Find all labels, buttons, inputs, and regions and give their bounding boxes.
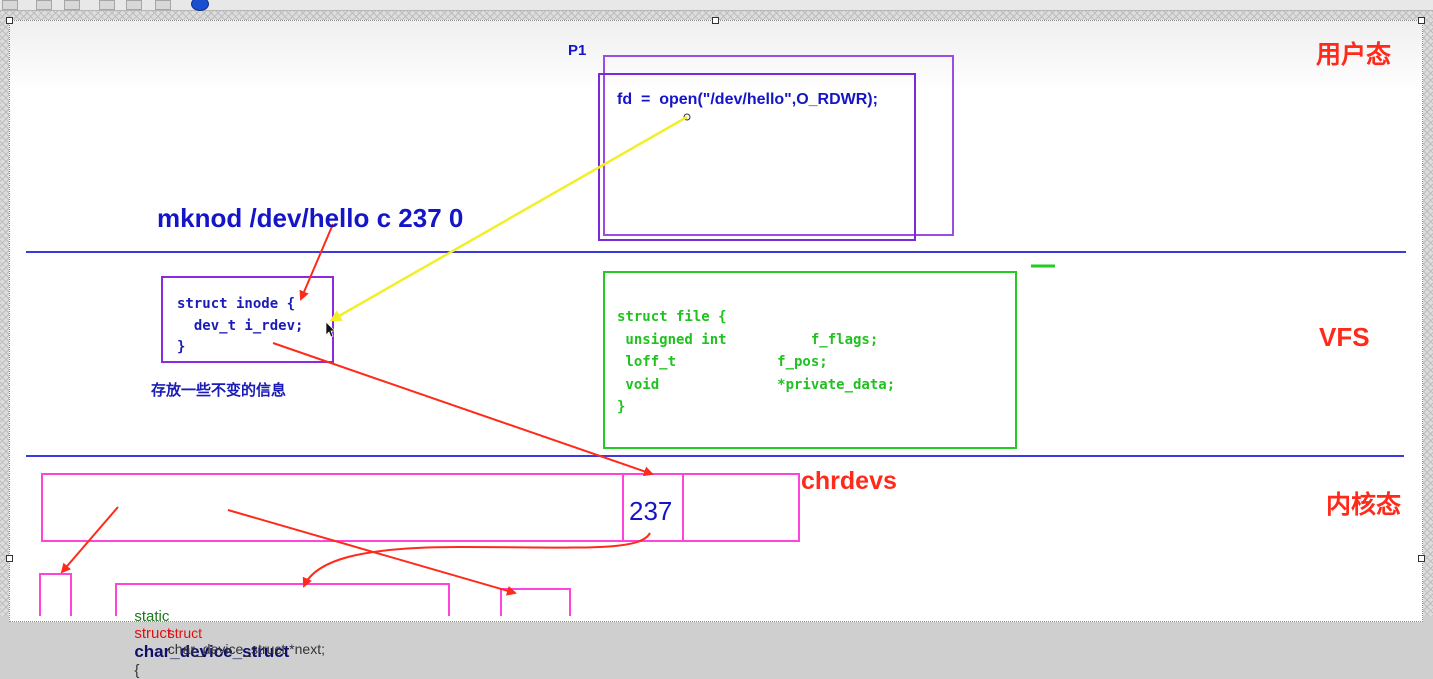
process-box-outer — [603, 55, 954, 236]
chrdevs-left-arrow — [60, 506, 119, 574]
mknod-arrow — [299, 223, 334, 301]
file-line-5: } — [617, 399, 626, 415]
left-slot-box — [39, 573, 72, 616]
file-line-2: unsigned int f_flags; — [617, 332, 879, 348]
open-call-text: fd = open("/dev/hello",O_RDWR); — [617, 91, 878, 108]
file-line-3: loff_t f_pos; — [617, 354, 828, 370]
kw-struct-2: struct — [167, 625, 203, 641]
inode-line-2: dev_t i_rdev; — [177, 318, 304, 334]
inode-line-1: struct inode { — [177, 296, 296, 312]
struct-brace: { — [134, 662, 140, 679]
rdev-to-chrdevs-arrow — [272, 342, 654, 477]
user-space-label: 用户态 — [1316, 41, 1392, 69]
next-field: char_device_struct *next; — [167, 641, 325, 657]
inode-note: 存放一些不变的信息 — [151, 382, 287, 399]
inode-line-3: } — [177, 339, 186, 355]
process-label: P1 — [568, 42, 587, 59]
file-line-1: struct file { — [617, 309, 727, 325]
chrdevs-array-box — [41, 473, 800, 542]
chrdevs-label: chrdevs — [801, 467, 897, 495]
char-device-struct-line-2: struct char_device_struct *next; — [160, 609, 325, 657]
right-slot-box — [500, 588, 571, 616]
file-line-4: void *private_data; — [617, 377, 896, 393]
vfs-label: VFS — [1319, 322, 1370, 352]
mknod-command: mknod /dev/hello c 237 0 — [157, 203, 464, 233]
major-number: 237 — [629, 496, 673, 526]
kernel-space-label: 内核态 — [1326, 491, 1402, 519]
